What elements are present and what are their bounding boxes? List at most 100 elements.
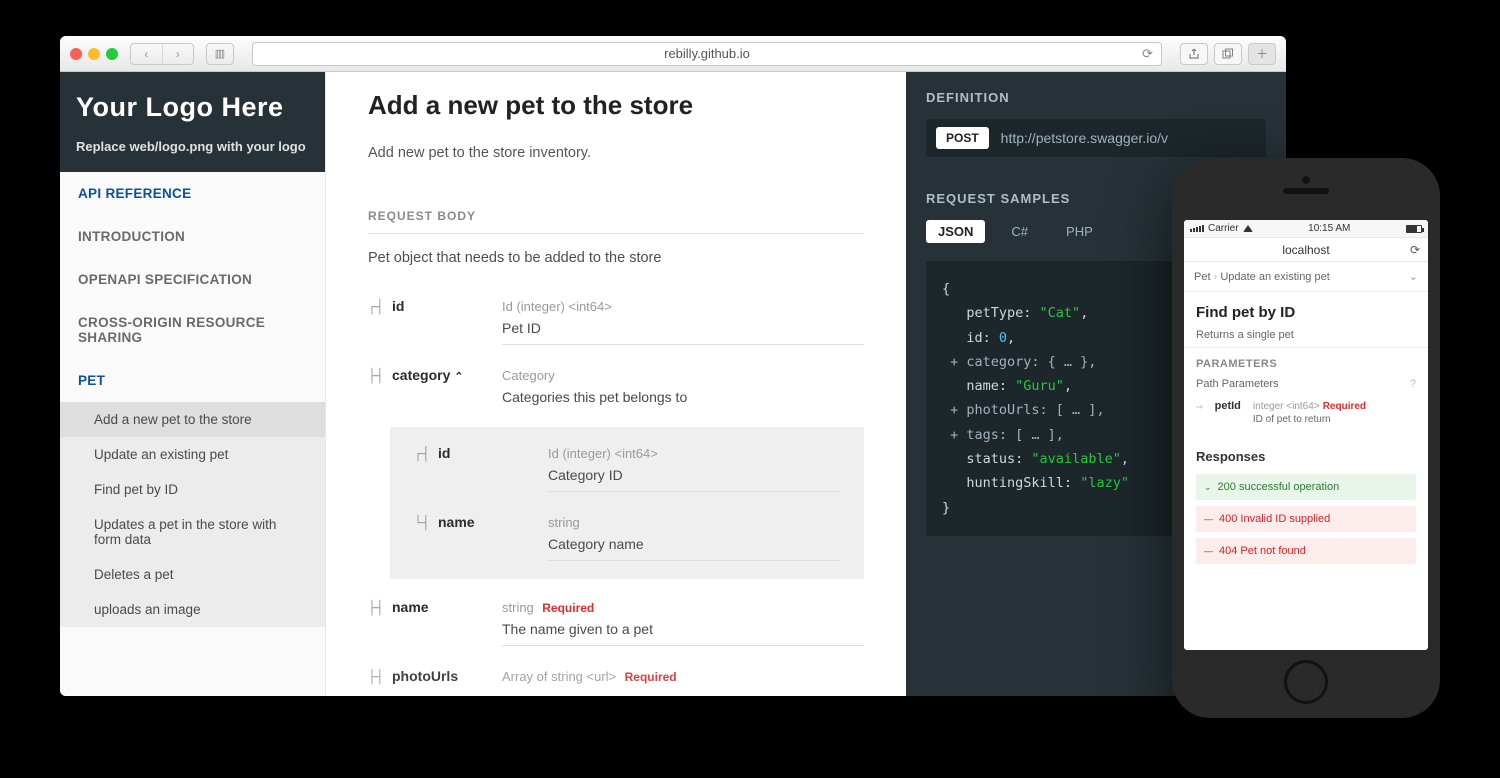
breadcrumb[interactable]: Pet › Update an existing pet ⌄ — [1184, 262, 1428, 292]
tree-icon: ┌┤ — [368, 298, 392, 315]
sidebar-item-update-pet[interactable]: Update an existing pet — [60, 437, 325, 472]
field-type: string — [502, 600, 534, 615]
param-desc: ID of pet to return — [1253, 414, 1366, 425]
battery-icon — [1406, 225, 1422, 233]
param-type: integer <int64> — [1253, 401, 1320, 412]
sidebar-cors[interactable]: CROSS-ORIGIN RESOURCE SHARING — [60, 301, 325, 359]
field-desc: Category name — [548, 536, 840, 552]
wifi-icon — [1243, 225, 1253, 232]
field-desc: Pet ID — [502, 320, 864, 336]
back-icon[interactable]: ‹ — [131, 44, 163, 64]
new-tab-icon[interactable]: ＋ — [1248, 43, 1276, 65]
zoom-icon[interactable] — [106, 48, 118, 60]
sidebar-api-reference[interactable]: API REFERENCE — [60, 172, 325, 215]
signal-icon — [1190, 225, 1204, 232]
phone-host: localhost — [1282, 243, 1329, 257]
field-name: id — [438, 445, 548, 461]
sidebar-pet[interactable]: PET — [60, 359, 325, 402]
sidebar-item-upload-img[interactable]: uploads an image — [60, 592, 325, 627]
page-title: Add a new pet to the store — [368, 90, 864, 121]
field-name: name — [392, 599, 502, 615]
sidebar-item-add-pet[interactable]: Add a new pet to the store — [60, 402, 325, 437]
browser-window: ‹ › ▥ rebilly.github.io ⟳ ＋ Your Logo He… — [60, 36, 1286, 696]
dash-icon: — — [1204, 514, 1213, 524]
chevron-down-icon: ⌄ — [1204, 482, 1212, 493]
phone-speaker-icon — [1283, 188, 1329, 194]
endpoint-url: http://petstore.swagger.io/v — [1001, 130, 1168, 146]
sidebar-item-delete-pet[interactable]: Deletes a pet — [60, 557, 325, 592]
request-body-heading: REQUEST BODY — [368, 209, 864, 223]
field-category-id: ┌┤ id Id (integer) <int64> Category ID — [414, 445, 840, 492]
field-name: category ⌃ — [392, 367, 502, 383]
field-name: photoUrls — [392, 668, 502, 684]
request-body-desc: Pet object that needs to be added to the… — [368, 250, 864, 266]
logo-block: Your Logo Here Replace web/logo.png with… — [60, 72, 325, 172]
response-200[interactable]: ⌄ 200 successful operation — [1196, 474, 1416, 500]
status-bar: Carrier 10:15 AM — [1184, 220, 1428, 238]
address-bar[interactable]: rebilly.github.io ⟳ — [252, 42, 1162, 66]
logo-sub: Replace web/logo.png with your logo — [76, 139, 309, 154]
phone-title: Find pet by ID — [1196, 304, 1416, 321]
dash-icon: — — [1204, 546, 1213, 556]
tab-csharp[interactable]: C# — [999, 220, 1040, 243]
field-photourls: ├┤ photoUrls Array of string <url> Requi… — [368, 668, 864, 686]
field-type: Id (integer) <int64> — [548, 446, 658, 461]
tab-json[interactable]: JSON — [926, 220, 985, 243]
nested-category: ┌┤ id Id (integer) <int64> Category ID └… — [390, 427, 864, 579]
chevron-up-icon: ⌃ — [454, 371, 463, 383]
chevron-down-icon: ⌄ — [1409, 270, 1418, 283]
tree-icon: ├┤ — [368, 599, 392, 616]
field-type: string — [548, 515, 580, 530]
sidebar-item-find-pet[interactable]: Find pet by ID — [60, 472, 325, 507]
field-desc: Category ID — [548, 467, 840, 483]
phone-sub: Returns a single pet — [1196, 329, 1416, 341]
sidebar-toggle-icon[interactable]: ▥ — [206, 43, 234, 65]
field-id: ┌┤ id Id (integer) <int64> Pet ID — [368, 298, 864, 345]
reload-icon[interactable]: ⟳ — [1410, 243, 1420, 257]
param-name: petId — [1215, 400, 1241, 412]
help-icon[interactable]: ? — [1410, 378, 1416, 390]
browser-toolbar: ‹ › ▥ rebilly.github.io ⟳ ＋ — [60, 36, 1286, 72]
nav-back-forward: ‹ › — [130, 43, 194, 65]
param-petid: → petId integer <int64> Required ID of p… — [1196, 400, 1416, 425]
doc-column: Add a new pet to the store Add new pet t… — [326, 72, 906, 696]
share-icon[interactable] — [1180, 43, 1208, 65]
tree-icon: └┤ — [414, 514, 438, 531]
tab-php[interactable]: PHP — [1054, 220, 1105, 243]
close-icon[interactable] — [70, 48, 82, 60]
field-desc: The name given to a pet — [502, 621, 864, 637]
path-params-label: Path Parameters — [1196, 378, 1279, 390]
sidebar-item-update-form[interactable]: Updates a pet in the store with form dat… — [60, 507, 325, 557]
field-name: id — [392, 298, 502, 314]
method-badge: POST — [936, 127, 989, 149]
field-type: Category — [502, 368, 555, 383]
phone-home-icon — [1284, 660, 1328, 704]
response-404[interactable]: — 404 Pet not found — [1196, 538, 1416, 564]
tree-icon: ├┤ — [368, 367, 392, 384]
forward-icon[interactable]: › — [163, 44, 194, 64]
address-text: rebilly.github.io — [664, 46, 750, 61]
field-type: Array of string <url> — [502, 669, 616, 684]
sidebar-openapi-spec[interactable]: OPENAPI SPECIFICATION — [60, 258, 325, 301]
responses-heading: Responses — [1196, 449, 1416, 464]
definition-row: POST http://petstore.swagger.io/v — [926, 119, 1266, 157]
phone-mockup: Carrier 10:15 AM localhost ⟳ Pet › Updat… — [1172, 158, 1440, 718]
carrier-label: Carrier — [1208, 223, 1239, 234]
field-name: name — [438, 514, 548, 530]
reload-icon[interactable]: ⟳ — [1142, 46, 1153, 62]
response-400[interactable]: — 400 Invalid ID supplied — [1196, 506, 1416, 532]
field-category[interactable]: ├┤ category ⌃ Category Categories this p… — [368, 367, 864, 405]
phone-nav: localhost ⟳ — [1184, 238, 1428, 262]
field-type: Id (integer) <int64> — [502, 299, 612, 314]
field-category-name: └┤ name string Category name — [414, 514, 840, 561]
clock: 10:15 AM — [1308, 223, 1350, 234]
field-pet-name: ├┤ name string Required The name given t… — [368, 599, 864, 646]
minimize-icon[interactable] — [88, 48, 100, 60]
logo: Your Logo Here — [76, 92, 309, 123]
sidebar-introduction[interactable]: INTRODUCTION — [60, 215, 325, 258]
definition-heading: DEFINITION — [926, 90, 1266, 105]
tabs-icon[interactable] — [1214, 43, 1242, 65]
required-badge: Required — [1323, 401, 1366, 412]
field-desc: Categories this pet belongs to — [502, 389, 864, 405]
page-lead: Add new pet to the store inventory. — [368, 145, 864, 161]
